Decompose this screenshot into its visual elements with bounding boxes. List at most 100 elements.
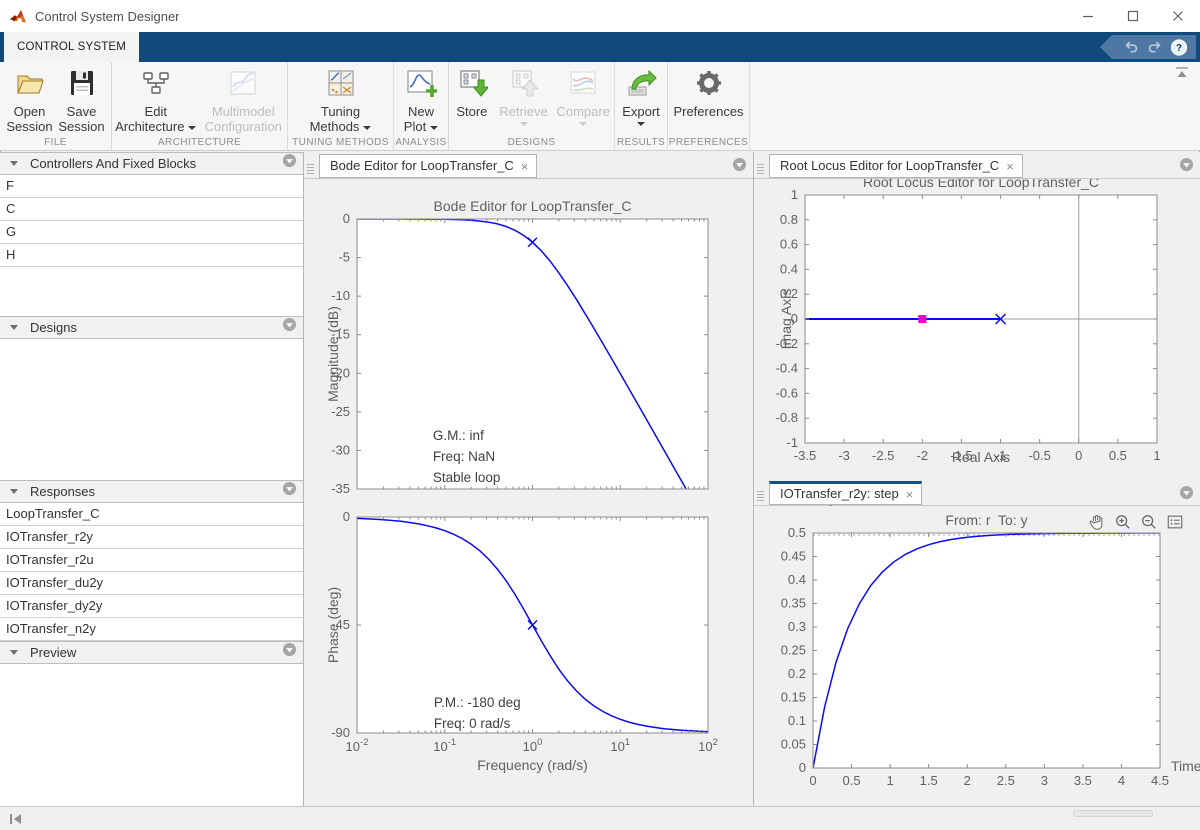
undo-icon[interactable] <box>1122 38 1140 56</box>
ribbon-preferences-button[interactable]: Preferences <box>670 64 748 119</box>
panel-menu-icon[interactable] <box>1179 485 1194 500</box>
ribbon-export-button[interactable]: Export <box>615 64 667 128</box>
x-tick-label: -2 <box>917 448 929 463</box>
tab-control-system[interactable]: CONTROL SYSTEM <box>4 32 139 62</box>
panel-menu-icon[interactable] <box>1179 157 1194 172</box>
sidebar-panel-header-responses[interactable]: Responses <box>0 480 303 503</box>
hand-icon[interactable] <box>1086 511 1108 533</box>
new-plot-icon <box>405 67 437 104</box>
x-axis-label: Time <box>1171 758 1200 774</box>
ribbon-section-label: TUNING METHODS <box>288 137 393 148</box>
y-tick-label: 1 <box>791 187 798 202</box>
panel-menu-icon[interactable] <box>732 157 747 172</box>
sidebar-panel-header-designs[interactable]: Designs <box>0 316 303 339</box>
zoom-in-icon[interactable] <box>1112 511 1134 533</box>
collapse-triangle-icon <box>10 489 18 494</box>
y-tick-label: 0.4 <box>788 572 806 587</box>
minimize-button[interactable] <box>1065 0 1110 32</box>
chevron-down-icon <box>188 126 196 130</box>
collapse-ribbon-icon[interactable] <box>1172 64 1192 80</box>
maximize-button[interactable] <box>1110 0 1155 32</box>
plot-annotation: Stable loop <box>433 470 501 485</box>
x-tick-label: 101 <box>610 737 630 754</box>
sidebar-panel-title: Controllers And Fixed Blocks <box>30 156 196 171</box>
list-item[interactable]: G <box>0 221 303 244</box>
y-axis-label: Imag Axis <box>778 289 794 350</box>
legend-icon[interactable] <box>1164 511 1186 533</box>
y-tick-label: 0.35 <box>781 596 806 611</box>
drag-grip-icon[interactable] <box>307 164 314 174</box>
y-tick-label: -35 <box>331 481 350 496</box>
x-tick-label: 0.5 <box>1109 448 1127 463</box>
sidebar-panel-header-preview[interactable]: Preview <box>0 641 303 664</box>
drag-grip-icon[interactable] <box>757 164 764 174</box>
drag-grip-icon[interactable] <box>757 491 764 501</box>
closed-loop-pole-marker[interactable] <box>918 315 926 323</box>
list-item[interactable]: IOTransfer_du2y <box>0 572 303 595</box>
collapse-sidebar-icon[interactable] <box>8 812 24 826</box>
collapse-triangle-icon <box>10 325 18 330</box>
list-item[interactable]: H <box>0 244 303 267</box>
x-tick-label: -2.5 <box>872 448 894 463</box>
y-tick-label: 0.05 <box>781 737 806 752</box>
x-tick-label: 1 <box>1153 448 1160 463</box>
edit-architecture-icon <box>140 67 172 104</box>
sidebar-panel-list: LoopTransfer_CIOTransfer_r2yIOTransfer_r… <box>0 503 303 641</box>
tab-strip-rootlocus: Root Locus Editor for LoopTransfer_C× <box>754 152 1200 179</box>
ribbon-item-label: Plot <box>404 119 438 134</box>
close-tab-icon[interactable]: × <box>521 160 529 173</box>
plot-annotation: P.M.: -180 deg <box>434 695 521 710</box>
ribbon-compare-button: Compare <box>552 64 614 128</box>
panel-menu-icon[interactable] <box>282 642 297 657</box>
list-item[interactable]: IOTransfer_n2y <box>0 618 303 641</box>
x-tick-label: 3.5 <box>1074 773 1092 788</box>
help-button[interactable]: ? <box>1170 38 1188 56</box>
ribbon-new-plot-button[interactable]: NewPlot <box>397 64 445 134</box>
close-tab-icon[interactable]: × <box>906 488 914 501</box>
step-response-plot[interactable]: 00.511.522.533.544.50.50.450.40.350.30.2… <box>781 512 1200 788</box>
close-button[interactable] <box>1155 0 1200 32</box>
sidebar-panel-list <box>0 664 303 806</box>
list-item[interactable]: LoopTransfer_C <box>0 503 303 526</box>
sidebar-panel-header-controllers-and-fixed-blocks[interactable]: Controllers And Fixed Blocks <box>0 152 303 175</box>
tab-rootlocus[interactable]: Root Locus Editor for LoopTransfer_C× <box>769 154 1023 178</box>
list-item[interactable]: IOTransfer_r2y <box>0 526 303 549</box>
panel-menu-icon[interactable] <box>282 317 297 332</box>
ribbon-section-label: RESULTS <box>615 137 667 148</box>
ribbon-edit-architecture-button[interactable]: EditArchitecture <box>112 64 200 134</box>
panel-menu-icon[interactable] <box>282 481 297 496</box>
chevron-down-icon <box>579 122 587 126</box>
list-item[interactable]: IOTransfer_dy2y <box>0 595 303 618</box>
zoom-out-icon[interactable] <box>1138 511 1160 533</box>
sidebar-panel-list <box>0 339 303 480</box>
panel-menu-icon[interactable] <box>282 153 297 168</box>
bode-phase-plot[interactable]: 10-210-11001011020-45-90Frequency (rad/s… <box>325 509 718 773</box>
redo-icon[interactable] <box>1146 38 1164 56</box>
rootlocus-figure[interactable]: -3.5-3-2.5-2-1.5-1-0.500.5110.80.60.40.2… <box>754 179 1200 480</box>
app-window: Control System Designer CONTROL SYSTEM ?… <box>0 0 1200 830</box>
ribbon-item-label: Compare <box>556 104 609 119</box>
tab-bode[interactable]: Bode Editor for LoopTransfer_C× <box>319 154 537 178</box>
ribbon-tuning-methods-button[interactable]: TuningMethods <box>292 64 390 134</box>
ribbon-save-session-button[interactable]: SaveSession <box>56 64 108 134</box>
splitter-handle[interactable] <box>1073 810 1153 817</box>
step-figure[interactable]: 00.511.522.533.544.50.50.450.40.350.30.2… <box>754 506 1200 806</box>
window-controls <box>1065 0 1200 32</box>
y-tick-label: -10 <box>331 288 350 303</box>
ribbon-store-button[interactable]: Store <box>449 64 495 128</box>
chevron-down-icon <box>430 126 438 130</box>
list-item[interactable]: C <box>0 198 303 221</box>
ribbon-open-session-button[interactable]: OpenSession <box>4 64 56 134</box>
sidebar-panel-title: Preview <box>30 645 76 660</box>
bode-figure[interactable]: 0-5-10-15-20-25-30-35Bode Editor for Loo… <box>304 179 753 806</box>
list-item[interactable]: F <box>0 175 303 198</box>
tab-step[interactable]: IOTransfer_r2y: step× <box>769 481 922 505</box>
store-icon <box>456 67 488 104</box>
root-locus-plot[interactable]: -3.5-3-2.5-2-1.5-1-0.500.5110.80.60.40.2… <box>776 179 1161 465</box>
close-tab-icon[interactable]: × <box>1006 160 1014 173</box>
list-item[interactable]: IOTransfer_r2u <box>0 549 303 572</box>
plot-title: From: r To: y <box>945 512 1027 528</box>
x-tick-label: 1.5 <box>920 773 938 788</box>
bode-magnitude-plot[interactable]: 0-5-10-15-20-25-30-35Bode Editor for Loo… <box>325 198 708 528</box>
ribbon-section-label: FILE <box>0 137 111 148</box>
